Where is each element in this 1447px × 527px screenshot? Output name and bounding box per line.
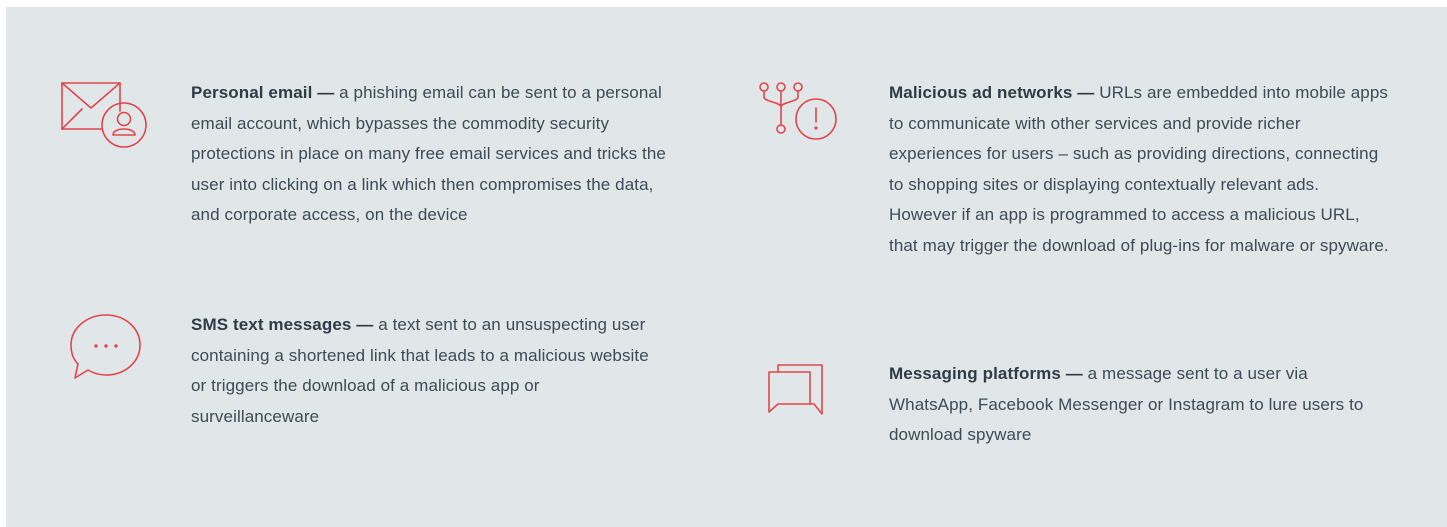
messaging-bubbles-icon: [766, 362, 856, 432]
envelope-user-icon: [58, 81, 148, 151]
item-description: a phishing email can be sent to a person…: [191, 83, 666, 224]
item-title: SMS text messages —: [191, 315, 374, 334]
item-title: Personal email —: [191, 83, 335, 102]
network-alert-icon: [758, 81, 848, 151]
chat-bubble-ellipsis-icon: [68, 312, 158, 382]
item-description: URLs are embedded into mobile apps to co…: [889, 83, 1389, 255]
item-title: Messaging platforms —: [889, 364, 1083, 383]
item-title: Malicious ad networks —: [889, 83, 1095, 102]
content-panel: Personal email — a phishing email can be…: [6, 7, 1447, 527]
